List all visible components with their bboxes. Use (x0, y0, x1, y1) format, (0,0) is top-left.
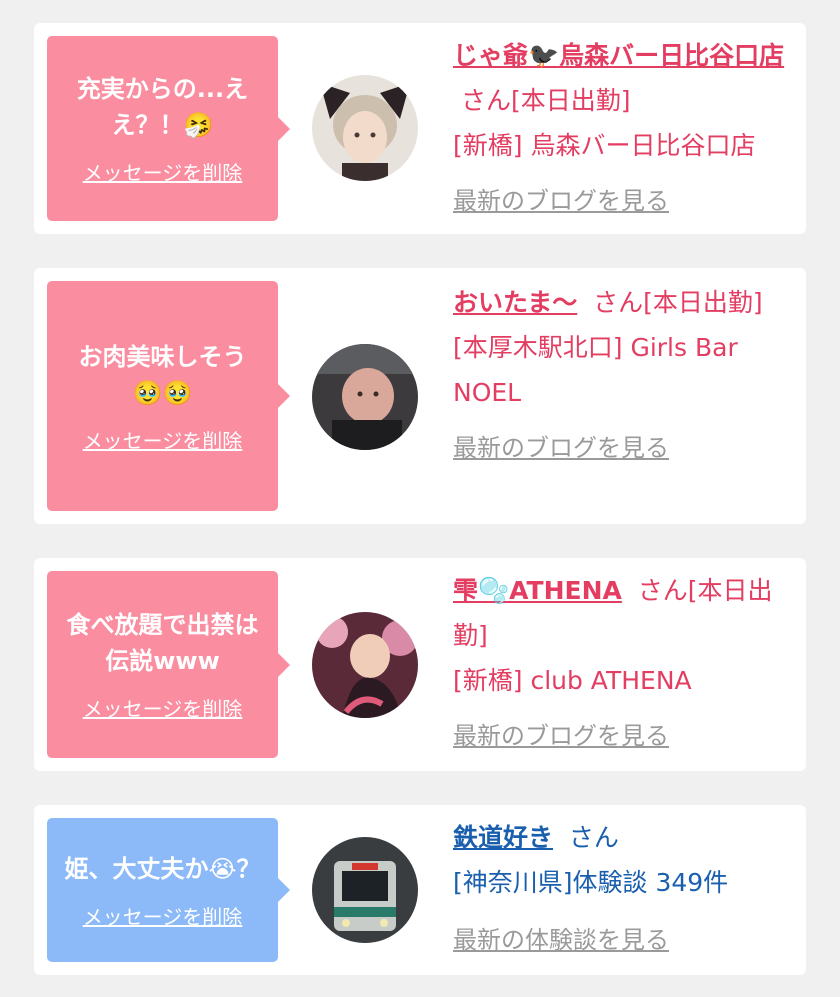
avatar[interactable] (312, 344, 418, 450)
delete-message-link[interactable]: メッセージを削除 (83, 157, 243, 186)
message-text: 充実からの...ええ？！🤧 (76, 75, 249, 139)
user-info: おいたま〜 さん[本日出勤] [本厚木駅北口] Girls Bar NOEL 最… (453, 280, 790, 471)
user-name-link[interactable]: おいたま〜 (453, 288, 577, 317)
user-info: じゃ爺🐦‍⬛烏森バー日比谷口店 さん[本日出勤] [新橋] 烏森バー日比谷口店 … (453, 33, 790, 224)
message-bubble: 姫、大丈夫か😭？ メッセージを削除 (47, 818, 290, 962)
message-text: 食べ放題で出禁は伝説www (66, 611, 259, 675)
user-status: さん[本日出勤] (593, 288, 763, 317)
user-location: [本厚木駅北口] Girls Bar NOEL (453, 333, 738, 407)
message-bubble: お肉美味しそう🥹🥹 メッセージを削除 (47, 281, 290, 511)
message-bubble: 充実からの...ええ？！🤧 メッセージを削除 (47, 36, 290, 221)
latest-reviews-link[interactable]: 最新の体験談を見る (453, 926, 669, 954)
user-name-link[interactable]: じゃ爺🐦‍⬛烏森バー日比谷口店 (453, 41, 784, 70)
user-location: [神奈川県]体験談 349件 (453, 868, 729, 897)
user-location: [新橋] 烏森バー日比谷口店 (453, 131, 756, 160)
message-card: 姫、大丈夫か😭？ メッセージを削除 鉄道好き さん [神奈川県]体験談 349件… (34, 805, 806, 975)
message-card: 食べ放題で出禁は伝説www メッセージを削除 雫🫧ATHENA さん[本日出勤]… (34, 558, 806, 771)
user-info: 鉄道好き さん [神奈川県]体験談 349件 最新の体験談を見る (453, 815, 790, 963)
delete-message-link[interactable]: メッセージを削除 (83, 901, 243, 930)
message-bubble: 食べ放題で出禁は伝説www メッセージを削除 (47, 571, 290, 758)
user-status: さん (568, 823, 619, 852)
message-text: お肉美味しそう🥹🥹 (78, 342, 247, 407)
user-status: さん[本日出勤] (460, 86, 631, 115)
latest-blog-link[interactable]: 最新のブログを見る (453, 434, 669, 462)
message-card: お肉美味しそう🥹🥹 メッセージを削除 おいたま〜 さん[本日出勤] [本厚木駅北… (34, 268, 806, 524)
user-name-link[interactable]: 雫🫧ATHENA (453, 576, 622, 605)
avatar[interactable] (312, 837, 418, 943)
user-name-link[interactable]: 鉄道好き (453, 823, 553, 852)
user-info: 雫🫧ATHENA さん[本日出勤] [新橋] club ATHENA 最新のブロ… (453, 568, 790, 759)
message-text: 姫、大丈夫か😭？ (64, 854, 261, 883)
latest-blog-link[interactable]: 最新のブログを見る (453, 187, 669, 215)
latest-blog-link[interactable]: 最新のブログを見る (453, 722, 669, 750)
delete-message-link[interactable]: メッセージを削除 (83, 693, 243, 722)
avatar[interactable] (312, 75, 418, 181)
delete-message-link[interactable]: メッセージを削除 (83, 425, 243, 454)
user-location: [新橋] club ATHENA (453, 666, 692, 695)
avatar[interactable] (312, 612, 418, 718)
message-card: 充実からの...ええ？！🤧 メッセージを削除 じゃ爺🐦‍⬛烏森バー日比谷口店 さ… (34, 23, 806, 234)
